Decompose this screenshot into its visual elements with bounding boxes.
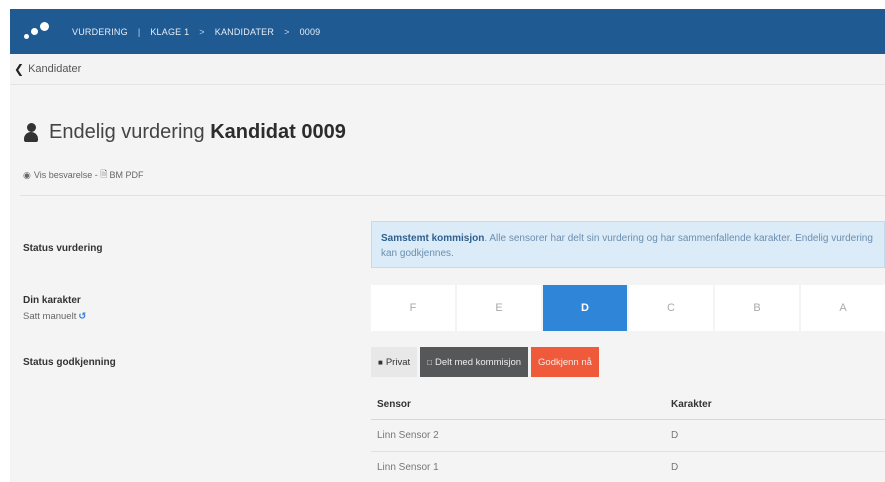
status-vurdering-label: Status vurdering [23,243,103,254]
unlock-icon: □ [427,357,432,367]
approval-buttons: ■ Privat □ Delt med kommisjon Godkjenn n… [371,347,602,377]
shared-with-commission-button[interactable]: □ Delt med kommisjon [420,347,529,377]
back-link[interactable]: Kandidater [28,63,81,75]
page-title-candidate: Kandidat 0009 [210,121,346,143]
shared-button-label: Delt med kommisjon [434,356,522,368]
sensor-grade: D [671,462,679,473]
breadcrumb-separator: | [137,26,141,37]
grade-f-button[interactable]: F [371,285,455,331]
column-header-sensor: Sensor [377,399,411,410]
main-content: Endelig vurdering Kandidat 0009 ◉ Vis be… [10,85,885,482]
lock-icon: ■ [378,357,383,367]
set-manually-text: Satt manuelt ↺ [23,311,86,322]
grade-a-button[interactable]: A [801,285,885,331]
breadcrumb-chevron-icon: > [284,26,290,37]
sensor-name: Linn Sensor 1 [377,462,439,473]
refresh-icon[interactable]: ↺ [78,311,86,322]
set-manually-label: Satt manuelt [23,311,77,322]
answer-links: ◉ Vis besvarelse - 🗎 BM PDF [23,167,144,183]
chevron-left-icon[interactable]: ❮ [14,62,24,76]
eye-icon: ◉ [23,169,31,180]
table-row: Linn Sensor 1 D [371,452,885,482]
person-icon [23,122,39,143]
back-bar: ❮ Kandidater [10,54,885,85]
status-godkjenning-label: Status godkjenning [23,357,116,368]
grade-selector: F E D C B A [371,285,885,331]
pdf-link[interactable]: BM PDF [109,170,143,180]
document-icon: 🗎 [100,169,108,179]
breadcrumb-vurdering[interactable]: VURDERING [72,27,128,37]
breadcrumb-chevron-icon: > [199,26,205,37]
page-title-prefix: Endelig vurdering [49,121,205,143]
top-navigation-bar: VURDERING | KLAGE 1 > KANDIDATER > 0009 [10,9,885,54]
grade-d-button[interactable]: D [543,285,627,331]
private-button-label: Privat [385,356,411,368]
page-title: Endelig vurdering Kandidat 0009 [49,121,346,144]
table-header-row: Sensor Karakter [371,390,885,420]
status-alert: Samstemt kommisjon. Alle sensorer har de… [371,221,885,268]
view-answer-link[interactable]: Vis besvarelse [34,170,92,180]
column-header-karakter: Karakter [671,399,712,410]
grade-b-button[interactable]: B [715,285,799,331]
breadcrumb-kandidater[interactable]: KANDIDATER [215,27,274,37]
page-title-row: Endelig vurdering Kandidat 0009 [23,121,346,144]
din-karakter-label: Din karakter [23,295,81,306]
sensor-name: Linn Sensor 2 [377,430,439,441]
private-button[interactable]: ■ Privat [371,347,418,377]
alert-title: Samstemt kommisjon [381,233,485,244]
table-row: Linn Sensor 2 D [371,420,885,452]
approve-now-button[interactable]: Godkjenn nå [531,347,599,377]
sensor-table: Sensor Karakter Linn Sensor 2 D Linn Sen… [371,390,885,482]
grade-e-button[interactable]: E [457,285,541,331]
breadcrumb-current: 0009 [299,26,321,37]
logo-icon[interactable] [22,21,52,42]
link-separator: - [92,170,101,180]
grade-c-button[interactable]: C [629,285,713,331]
divider [20,195,885,196]
breadcrumb: VURDERING | KLAGE 1 > KANDIDATER > 0009 [72,27,330,37]
sensor-grade: D [671,430,679,441]
breadcrumb-klage[interactable]: KLAGE 1 [150,27,189,37]
